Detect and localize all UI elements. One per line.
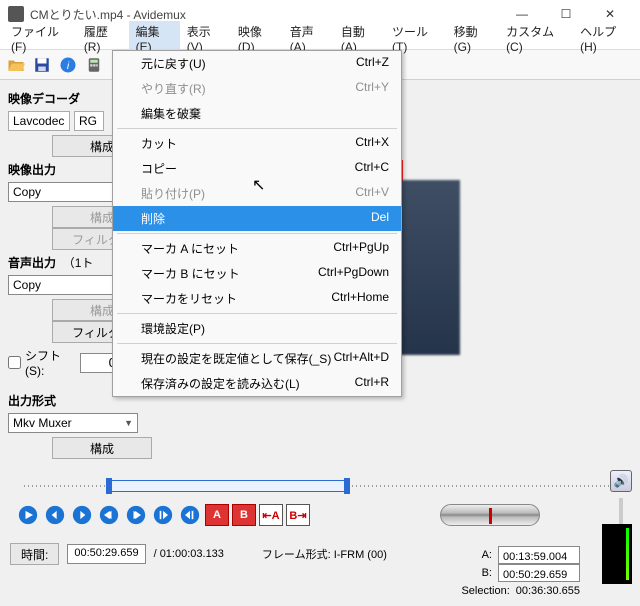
menu-custom[interactable]: カスタム(C) (499, 21, 573, 56)
mark-a-handle[interactable] (106, 478, 112, 494)
next-black-button[interactable] (178, 503, 202, 527)
menu-bar: ファイル(F) 履歴(R) 編集(E) 表示(V) 映像(D) 音声(A) 自動… (0, 28, 640, 50)
prev-keyframe-button[interactable] (124, 503, 148, 527)
a-value: 00:13:59.004 (498, 546, 580, 564)
edit-delete[interactable]: 削除Del (113, 206, 401, 231)
open-icon[interactable] (4, 53, 28, 77)
output-format-configure-button[interactable]: 構成 (52, 437, 152, 459)
goto-a-button[interactable]: ⇤A (259, 504, 283, 526)
edit-mark-a[interactable]: マーカ A にセットCtrl+PgUp (113, 236, 401, 261)
menu-help[interactable]: ヘルプ(H) (573, 21, 636, 56)
output-format-combo[interactable]: Mkv Muxer▼ (8, 413, 138, 433)
separator (117, 128, 397, 129)
speaker-icon[interactable]: 🔊 (610, 470, 632, 492)
edit-discard[interactable]: 編集を破棄 (113, 101, 401, 126)
goto-b-button[interactable]: B⇥ (286, 504, 310, 526)
frame-type: フレーム形式: I-FRM (00) (262, 546, 387, 562)
edit-mark-b[interactable]: マーカ B にセットCtrl+PgDown (113, 261, 401, 286)
separator (117, 313, 397, 314)
set-mark-a-button[interactable]: A (205, 504, 229, 526)
separator (117, 233, 397, 234)
selection-label: Selection: (461, 582, 509, 600)
prev-black-button[interactable] (151, 503, 175, 527)
decoder-rg: RG (74, 111, 104, 131)
b-value: 00:50:29.659 (498, 564, 580, 582)
current-time[interactable]: 00:50:29.659 (67, 544, 145, 564)
shift-label: シフト(S): (25, 347, 76, 378)
next-frame-button[interactable] (97, 503, 121, 527)
info-icon[interactable]: i (56, 53, 80, 77)
edit-redo[interactable]: やり直す(R)Ctrl+Y (113, 76, 401, 101)
shift-checkbox[interactable] (8, 356, 21, 369)
menu-file[interactable]: ファイル(F) (4, 21, 77, 56)
edit-save-default[interactable]: 現在の設定を既定値として保存(_S)Ctrl+Alt+D (113, 346, 401, 371)
edit-reset-marks[interactable]: マーカをリセットCtrl+Home (113, 286, 401, 311)
set-mark-b-button[interactable]: B (232, 504, 256, 526)
menu-go[interactable]: 移動(G) (447, 21, 499, 56)
edit-cut[interactable]: カットCtrl+X (113, 131, 401, 156)
total-duration: / 01:00:03.133 (154, 548, 224, 560)
edit-preferences[interactable]: 環境設定(P) (113, 316, 401, 341)
calculator-icon[interactable] (82, 53, 106, 77)
chevron-down-icon: ▼ (124, 418, 133, 428)
save-icon[interactable] (30, 53, 54, 77)
timeline[interactable] (12, 475, 628, 497)
mark-b-handle[interactable] (344, 478, 350, 494)
edit-copy[interactable]: コピーCtrl+C (113, 156, 401, 181)
audio-meter (602, 524, 632, 584)
play-button[interactable] (16, 503, 40, 527)
decoder-value: Lavcodec (8, 111, 70, 131)
edit-load-saved[interactable]: 保存済みの設定を読み込む(L)Ctrl+R (113, 371, 401, 396)
stop-button[interactable] (43, 503, 67, 527)
prev-frame-button[interactable] (70, 503, 94, 527)
b-label: B: (482, 564, 492, 582)
jog-wheel[interactable] (440, 504, 540, 526)
window-title: CMとりたい.mp4 - Avidemux (30, 6, 500, 23)
selection-value: 00:36:30.655 (516, 582, 580, 600)
time-button[interactable]: 時間: (10, 543, 59, 565)
edit-undo[interactable]: 元に戻す(U)Ctrl+Z (113, 51, 401, 76)
app-icon (8, 6, 24, 22)
edit-dropdown: 元に戻す(U)Ctrl+Z やり直す(R)Ctrl+Y 編集を破棄 カットCtr… (112, 50, 402, 397)
timeline-area: A B ⇤A B⇥ (0, 465, 640, 537)
a-label: A: (482, 546, 492, 564)
separator (117, 343, 397, 344)
edit-paste[interactable]: 貼り付け(P)Ctrl+V (113, 181, 401, 206)
marker-info: A: 00:13:59.004 B: 00:50:29.659 Selection:… (461, 546, 580, 600)
timeline-selection (108, 480, 346, 492)
